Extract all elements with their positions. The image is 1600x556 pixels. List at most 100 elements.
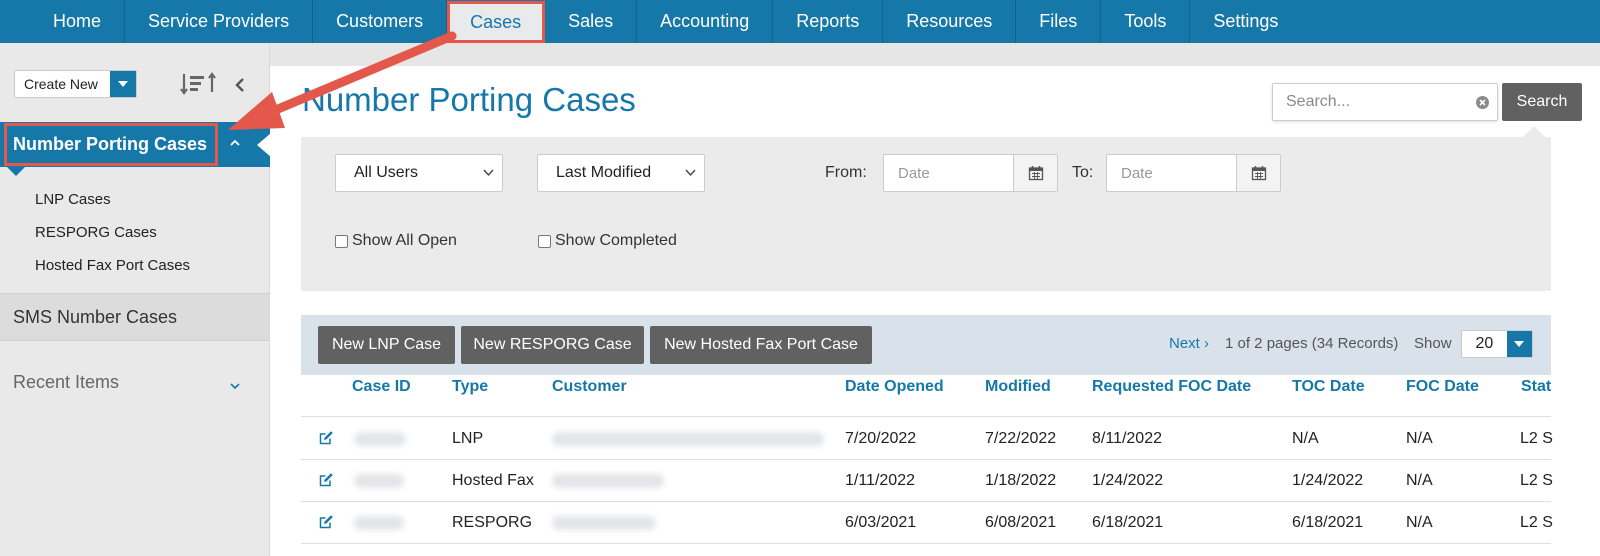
col-header-toc-date[interactable]: TOC Date — [1292, 378, 1365, 396]
redacted-customer — [552, 432, 824, 446]
sort-select-value: Last Modified — [556, 164, 652, 181]
to-date-field[interactable]: Date — [1106, 154, 1281, 192]
main-panel: Number Porting Cases Search All Users La… — [270, 66, 1600, 556]
chevron-up-icon[interactable] — [229, 137, 241, 149]
cell-toc-date: 1/24/2022 — [1292, 472, 1364, 489]
calendar-icon[interactable] — [1013, 155, 1057, 191]
cell-toc-date: 6/18/2021 — [1292, 514, 1364, 531]
nav-sales[interactable]: Sales — [545, 0, 638, 43]
cell-foc-date: N/A — [1406, 430, 1433, 447]
search-button[interactable]: Search — [1502, 83, 1582, 121]
sidebar: Create New Number Porting Cases LNP Case… — [0, 43, 271, 556]
show-all-open-label: Show All Open — [352, 232, 457, 249]
new-resporg-case-button[interactable]: New RESPORG Case — [461, 326, 644, 364]
col-header-status[interactable]: Stat — [1521, 378, 1551, 396]
table-divider — [301, 416, 1551, 417]
chevron-down-icon[interactable] — [229, 380, 241, 392]
from-label: From: — [825, 164, 867, 181]
sort-select[interactable]: Last Modified — [537, 154, 705, 192]
nav-settings[interactable]: Settings — [1190, 0, 1301, 43]
divider — [0, 340, 270, 341]
new-lnp-case-button[interactable]: New LNP Case — [318, 326, 455, 364]
sidebar-recent-items[interactable]: Recent Items — [13, 372, 119, 393]
cell-modified: 7/22/2022 — [985, 430, 1057, 447]
search-input[interactable] — [1273, 84, 1473, 120]
next-page-link[interactable]: Next › — [1169, 335, 1209, 352]
nav-tools[interactable]: Tools — [1101, 0, 1191, 43]
caret-down-icon[interactable] — [109, 71, 136, 97]
users-select[interactable]: All Users — [335, 154, 503, 192]
sidebar-section-title: Number Porting Cases — [4, 123, 218, 166]
nav-files[interactable]: Files — [1016, 0, 1102, 43]
caret-down-icon[interactable] — [1506, 331, 1532, 357]
nav-service-providers[interactable]: Service Providers — [125, 0, 314, 43]
filter-panel: All Users Last Modified From: Date To: D… — [301, 137, 1551, 291]
checkbox[interactable] — [538, 234, 551, 248]
active-pointer — [6, 166, 26, 176]
col-header-requested-foc-date[interactable]: Requested FOC Date — [1092, 378, 1251, 396]
redacted-case-id — [354, 516, 404, 530]
page-size-value: 20 — [1475, 335, 1494, 352]
nav-accounting[interactable]: Accounting — [637, 0, 774, 43]
col-header-type[interactable]: Type — [452, 378, 488, 396]
to-date-placeholder: Date — [1121, 165, 1153, 182]
col-header-customer[interactable]: Customer — [552, 378, 627, 396]
cell-type: RESPORG — [452, 514, 533, 531]
cell-requested-foc: 1/24/2022 — [1092, 472, 1164, 489]
col-header-case-id[interactable]: Case ID — [352, 378, 411, 396]
sidebar-item-resporg-cases[interactable]: RESPORG Cases — [35, 224, 157, 241]
sort-icon[interactable] — [180, 70, 220, 98]
nav-reports[interactable]: Reports — [773, 0, 884, 43]
table-divider — [301, 501, 1551, 502]
cell-status: L2 S — [1520, 472, 1553, 489]
table-divider — [301, 459, 1551, 460]
redacted-case-id — [354, 474, 404, 488]
page-title: Number Porting Cases — [302, 81, 636, 118]
clear-search-icon[interactable] — [1476, 96, 1489, 109]
users-select-value: All Users — [354, 164, 419, 181]
new-hosted-fax-port-case-button[interactable]: New Hosted Fax Port Case — [650, 326, 872, 364]
col-header-foc-date[interactable]: FOC Date — [1406, 378, 1479, 396]
pager-info: 1 of 2 pages (34 Records) — [1225, 335, 1399, 352]
calendar-icon[interactable] — [1236, 155, 1280, 191]
page-size-select[interactable]: 20 — [1461, 330, 1533, 358]
nav-home[interactable]: Home — [30, 0, 126, 43]
chevron-down-icon — [483, 169, 494, 177]
cell-foc-date: N/A — [1406, 514, 1433, 531]
cell-requested-foc: 8/11/2022 — [1092, 430, 1162, 447]
sidebar-section-sms[interactable]: SMS Number Cases — [0, 294, 270, 340]
nav-customers[interactable]: Customers — [313, 0, 448, 43]
to-label: To: — [1072, 164, 1094, 181]
edit-icon[interactable] — [318, 514, 334, 530]
edit-icon[interactable] — [318, 430, 334, 446]
show-completed-checkbox[interactable]: Show Completed — [538, 232, 677, 250]
show-completed-label: Show Completed — [555, 232, 677, 249]
sidebar-item-hosted-fax-port-cases[interactable]: Hosted Fax Port Cases — [35, 257, 190, 274]
cell-modified: 6/08/2021 — [985, 514, 1057, 531]
search-box[interactable] — [1272, 83, 1498, 121]
top-nav: Home Service Providers Customers Cases S… — [0, 0, 1600, 43]
create-new-label: Create New — [24, 76, 98, 92]
table-toolbar: New LNP Case New RESPORG Case New Hosted… — [301, 315, 1551, 375]
show-all-open-checkbox[interactable]: Show All Open — [335, 232, 457, 250]
sidebar-section-number-porting[interactable]: Number Porting Cases — [0, 122, 271, 176]
cell-type: LNP — [452, 430, 484, 447]
collapse-sidebar-icon[interactable] — [234, 77, 246, 93]
cell-modified: 1/18/2022 — [985, 472, 1057, 489]
checkbox[interactable] — [335, 234, 348, 248]
sidebar-item-lnp-cases[interactable]: LNP Cases — [35, 191, 111, 208]
chevron-down-icon — [685, 169, 696, 177]
create-new-dropdown[interactable]: Create New — [14, 70, 137, 98]
from-date-placeholder: Date — [898, 165, 930, 182]
edit-icon[interactable] — [318, 472, 334, 488]
cell-date-opened: 7/20/2022 — [845, 430, 917, 447]
nav-resources[interactable]: Resources — [883, 0, 1017, 43]
cell-requested-foc: 6/18/2021 — [1092, 514, 1164, 531]
from-date-field[interactable]: Date — [883, 154, 1058, 192]
redacted-customer — [552, 474, 664, 488]
col-header-modified[interactable]: Modified — [985, 378, 1051, 396]
cell-status: L2 S — [1520, 514, 1553, 531]
col-header-date-opened[interactable]: Date Opened — [845, 378, 944, 396]
nav-cases[interactable]: Cases — [447, 1, 546, 43]
redacted-customer — [552, 516, 656, 530]
